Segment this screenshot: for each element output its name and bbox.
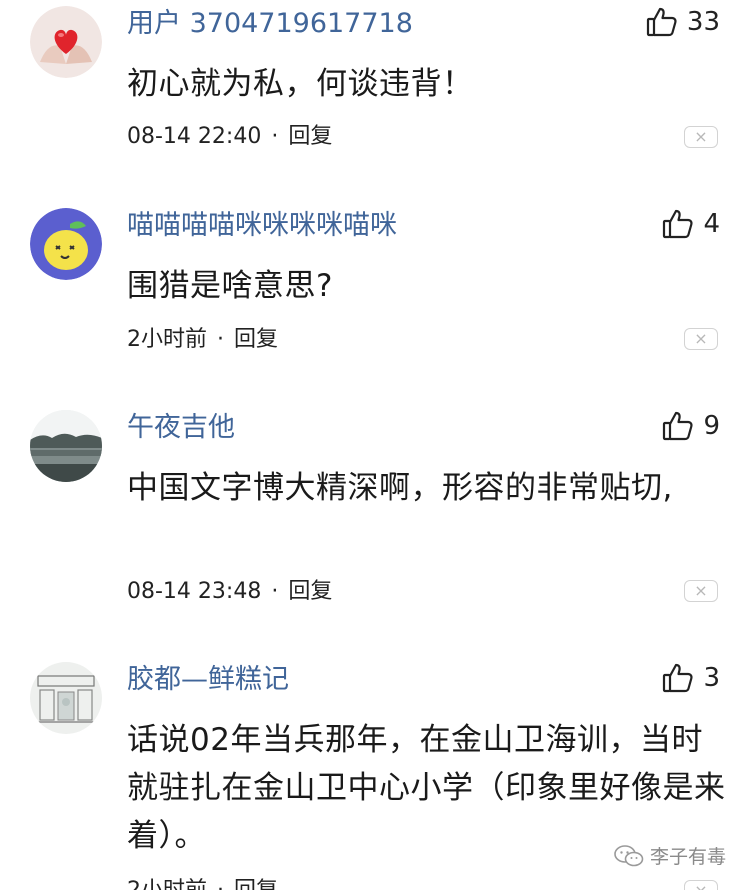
timestamp: 2小时前 <box>127 327 207 352</box>
timestamp: 08-14 23:48 <box>127 579 262 604</box>
close-button[interactable]: × <box>684 328 718 350</box>
dot-separator: · <box>271 124 279 149</box>
close-button[interactable]: × <box>684 880 718 890</box>
like-count: 4 <box>703 209 720 239</box>
dot-separator: · <box>217 327 224 352</box>
comment-meta: 2小时前 · 回复 <box>127 880 278 890</box>
watermark-text: 李子有毒 <box>649 846 726 868</box>
comment-meta: 2小时前 · 回复 <box>127 329 278 351</box>
like-button[interactable]: 3 <box>661 660 720 696</box>
avatar[interactable] <box>30 6 102 78</box>
lake-landscape-avatar-icon <box>30 410 102 482</box>
like-button[interactable]: 4 <box>661 206 720 242</box>
like-count: 33 <box>686 7 720 37</box>
avatar[interactable] <box>30 662 102 734</box>
like-count: 3 <box>703 663 720 693</box>
timestamp: 08-14 22:40 <box>127 124 262 149</box>
reply-button[interactable]: 回复 <box>234 327 278 352</box>
wechat-icon <box>614 844 644 866</box>
avatar[interactable] <box>30 410 102 482</box>
thumbs-up-icon <box>645 5 679 39</box>
thumbs-up-icon <box>661 661 695 695</box>
reply-button[interactable]: 回复 <box>288 579 332 604</box>
heart-hands-avatar-icon <box>30 6 102 78</box>
comment-text: 围猎是啥意思? <box>127 268 333 304</box>
comment-text: 话说02年当兵那年，在金山卫海训，当时就驻扎在金山卫中心小学（印象里好像是来着）… <box>127 722 726 854</box>
reply-button[interactable]: 回复 <box>288 124 332 149</box>
username[interactable]: 喵喵喵喵咪咪咪咪喵咪 <box>127 212 397 239</box>
comment-meta: 08-14 23:48 · 回复 <box>127 581 332 603</box>
sketch-illustration-avatar-icon <box>30 662 102 734</box>
comment-meta: 08-14 22:40 · 回复 <box>127 126 332 148</box>
avatar[interactable] <box>30 208 102 280</box>
close-button[interactable]: × <box>684 580 718 602</box>
reply-button[interactable]: 回复 <box>234 878 278 890</box>
comment-text: 初心就为私，何谈违背！ <box>127 66 474 102</box>
watermark: 李子有毒 <box>614 842 726 869</box>
like-count: 9 <box>703 411 720 441</box>
lemon-avatar-icon <box>30 208 102 280</box>
username[interactable]: 用户 3704719617718 <box>127 10 413 37</box>
like-button[interactable]: 9 <box>661 408 720 444</box>
username[interactable]: 午夜吉他 <box>127 414 235 441</box>
close-button[interactable]: × <box>684 126 718 148</box>
timestamp: 2小时前 <box>127 878 207 890</box>
dot-separator: · <box>217 878 224 890</box>
comment-text: 中国文字博大精深啊，形容的非常贴切, <box>127 470 673 506</box>
thumbs-up-icon <box>661 409 695 443</box>
thumbs-up-icon <box>661 207 695 241</box>
like-button[interactable]: 33 <box>645 4 720 40</box>
dot-separator: · <box>271 579 279 604</box>
username[interactable]: 胶都—鲜糕记 <box>127 666 289 693</box>
